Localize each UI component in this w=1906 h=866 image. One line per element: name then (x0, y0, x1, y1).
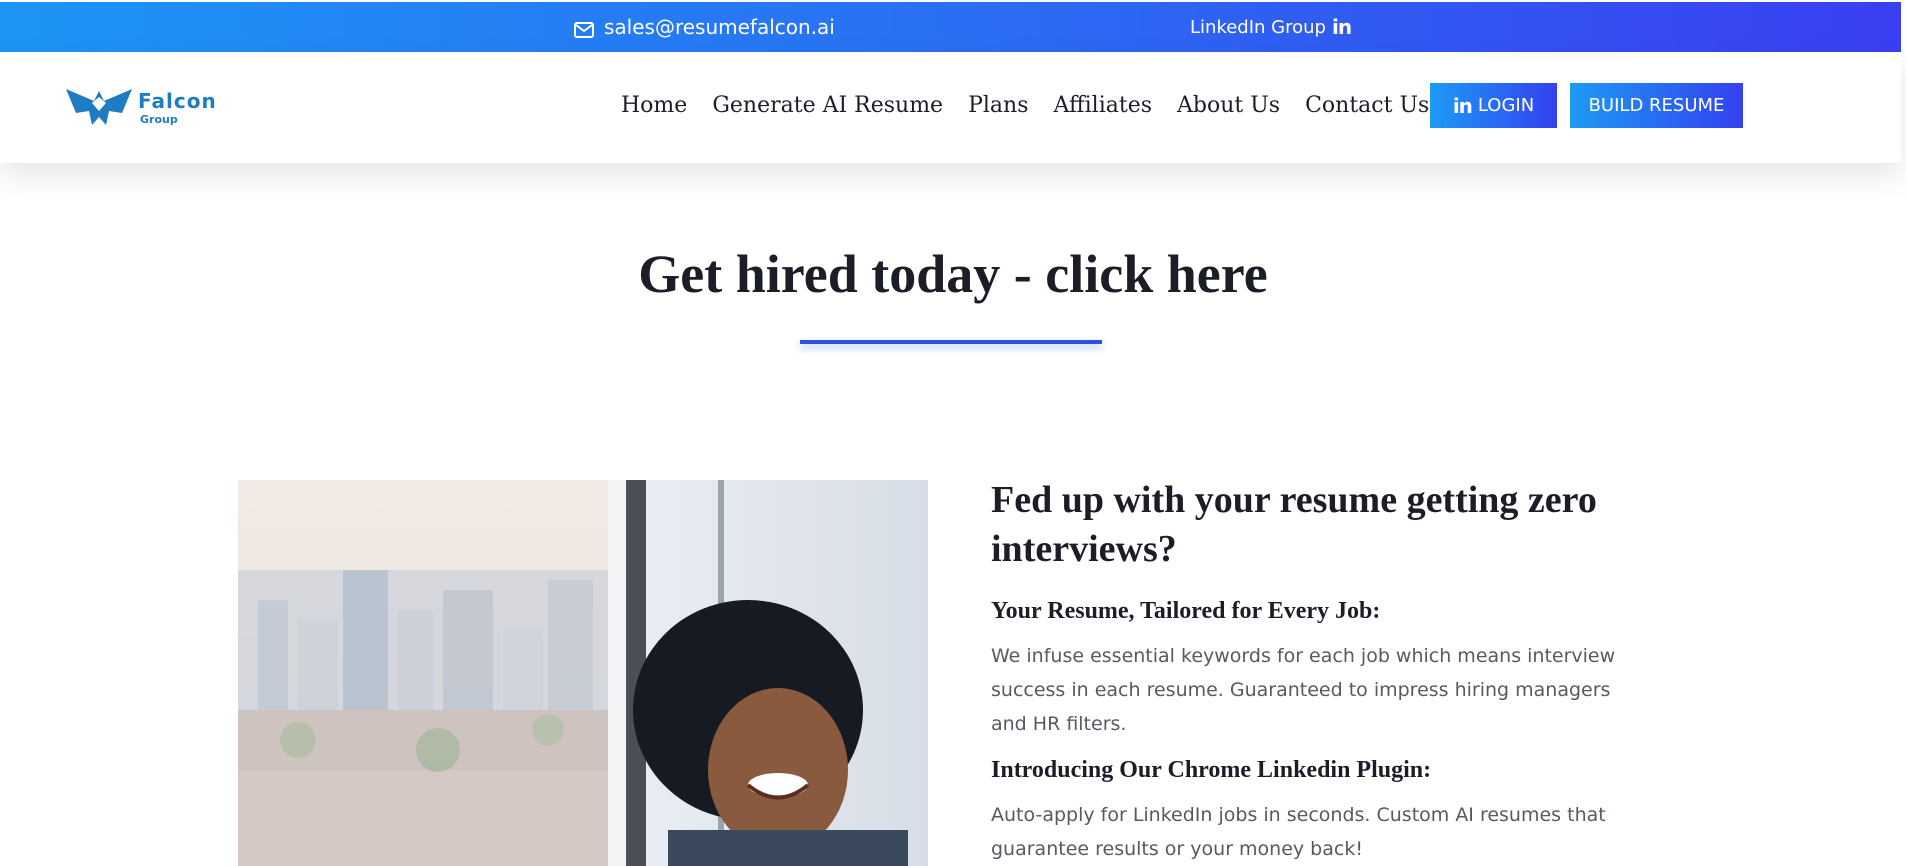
login-label: LOGIN (1477, 95, 1535, 116)
nav-generate-ai-resume[interactable]: Generate AI Resume (712, 93, 943, 118)
hero-underline (800, 340, 1102, 344)
linkedin-group-label: LinkedIn Group (1190, 16, 1326, 38)
envelope-icon (574, 19, 594, 38)
section-heading: Fed up with your resume getting zero int… (991, 479, 1597, 570)
nav-affiliates[interactable]: Affiliates (1054, 93, 1153, 118)
linkedin-login-icon: in (1452, 93, 1473, 118)
linkedin-icon: in (1331, 15, 1352, 39)
login-button[interactable]: in LOGIN (1430, 83, 1557, 128)
falcon-bird-icon (66, 89, 132, 125)
nav-about-us[interactable]: About Us (1177, 93, 1280, 118)
hero-photo-illustration (238, 480, 928, 866)
nav-contact-us[interactable]: Contact Us (1305, 93, 1429, 118)
feature-title-chrome-plugin: Introducing Our Chrome Linkedin Plugin: (991, 757, 1432, 783)
main-nav: Home Generate AI Resume Plans Affiliates… (621, 93, 1454, 118)
site-header: Falcon Group Home Generate AI Resume Pla… (0, 52, 1901, 163)
logo-sub-text: Group (140, 113, 178, 126)
falcon-logo[interactable]: Falcon Group (64, 81, 217, 131)
email-text: sales@resumefalcon.ai (604, 15, 835, 39)
hero-title[interactable]: Get hired today - click here (0, 243, 1906, 305)
feature-title-tailored: Your Resume, Tailored for Every Job: (991, 598, 1381, 624)
build-resume-button[interactable]: BUILD RESUME (1570, 83, 1743, 128)
feature-text-tailored: We infuse essential keywords for each jo… (991, 645, 1616, 735)
woman-at-window-image (238, 480, 928, 866)
nav-plans[interactable]: Plans (968, 93, 1028, 118)
nav-home[interactable]: Home (621, 93, 687, 118)
linkedin-group-link[interactable]: LinkedIn Group in (1190, 2, 1352, 52)
content-column: Fed up with your resume getting zero int… (991, 476, 1651, 866)
feature-text-chrome-plugin: Auto-apply for LinkedIn jobs in seconds.… (991, 804, 1606, 860)
top-contact-bar: sales@resumefalcon.ai LinkedIn Group in (0, 2, 1901, 52)
logo-brand-text: Falcon (138, 89, 217, 113)
build-resume-label: BUILD RESUME (1588, 95, 1725, 116)
email-link[interactable]: sales@resumefalcon.ai (574, 2, 835, 52)
